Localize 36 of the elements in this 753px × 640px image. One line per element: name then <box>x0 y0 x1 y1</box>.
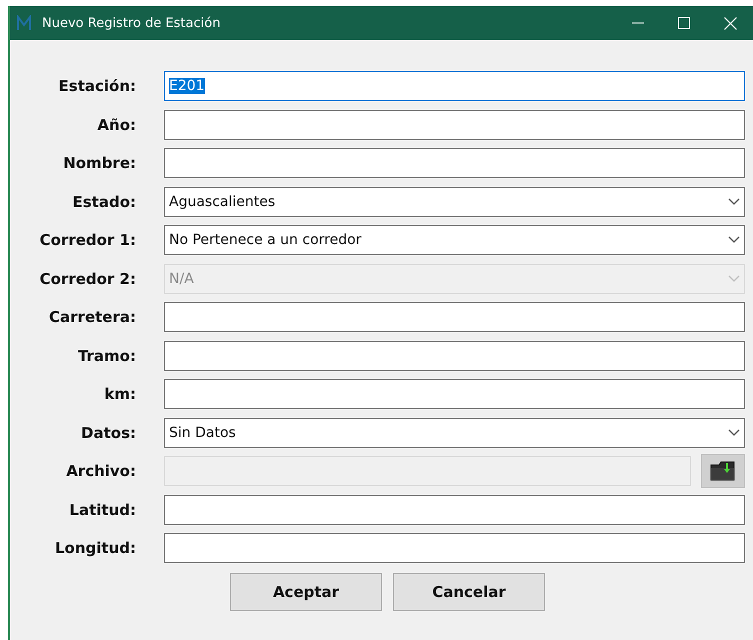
field-label: Latitud: <box>68 500 136 518</box>
field-label: Archivo: <box>65 462 136 480</box>
minimize-icon <box>632 22 644 24</box>
field-label: Corredor 2: <box>38 270 136 288</box>
window-title: Nuevo Registro de Estación <box>42 16 222 30</box>
text-field[interactable] <box>164 302 745 332</box>
text-field[interactable] <box>164 494 745 524</box>
text-field[interactable] <box>164 533 745 563</box>
chevron-down-icon <box>728 274 740 282</box>
folder-icon <box>709 459 737 483</box>
chevron-down-icon <box>728 198 740 206</box>
cancel-button[interactable]: Cancelar <box>393 573 545 611</box>
text-field[interactable] <box>164 110 745 140</box>
field-label: Longitud: <box>54 539 136 557</box>
chevron-down-icon <box>728 236 740 244</box>
text-field[interactable] <box>164 148 745 178</box>
close-icon <box>724 16 736 30</box>
field-label: Nombre: <box>62 154 136 172</box>
field-label: Estación: <box>58 77 136 95</box>
dropdown[interactable]: No Pertenece a un corredor <box>164 225 745 255</box>
dropdown[interactable]: Aguascalientes <box>164 186 745 216</box>
chevron-down-icon <box>728 428 740 436</box>
text-field[interactable]: E201 <box>164 71 745 101</box>
dropdown[interactable]: Sin Datos <box>164 418 745 448</box>
text-field[interactable] <box>164 379 745 409</box>
field-label: Tramo: <box>76 346 136 364</box>
text-field[interactable] <box>164 340 745 370</box>
field-label: Corredor 1: <box>38 231 136 249</box>
field-label: Datos: <box>80 424 136 442</box>
field-label: Año: <box>96 116 136 134</box>
accept-button[interactable]: Aceptar <box>230 573 382 611</box>
field-label: Estado: <box>71 192 136 210</box>
maximize-icon <box>678 17 690 29</box>
browse-button[interactable] <box>701 454 745 488</box>
field-label: Carretera: <box>48 308 136 326</box>
field-label: km: <box>103 385 136 403</box>
